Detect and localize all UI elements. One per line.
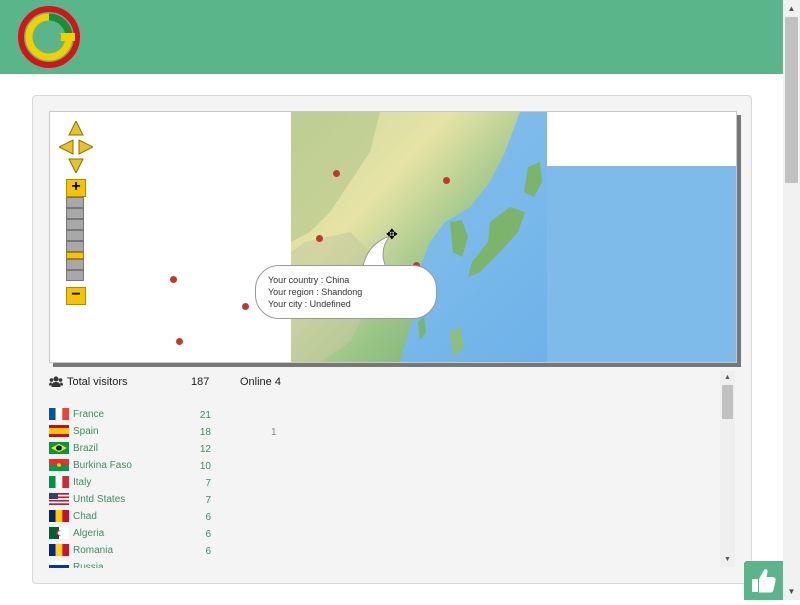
- visitor-marker[interactable]: [443, 177, 450, 184]
- visitor-count: 7: [205, 478, 211, 489]
- country-name[interactable]: Chad: [73, 511, 97, 522]
- flag-algeria-icon: [49, 527, 69, 539]
- scroll-down-icon[interactable]: ▼: [783, 583, 800, 600]
- scroll-up-icon[interactable]: ▲: [783, 0, 800, 17]
- country-name[interactable]: Untd States: [73, 494, 125, 505]
- scroll-down-icon[interactable]: ▼: [720, 553, 735, 567]
- country-row: Spain 18 1: [49, 424, 719, 441]
- visitor-count: 10: [199, 461, 211, 472]
- scroll-up-icon[interactable]: ▲: [720, 371, 735, 385]
- zoom-slider-handle[interactable]: [66, 252, 84, 259]
- country-name[interactable]: France: [73, 409, 104, 420]
- zoom-slider[interactable]: [66, 197, 84, 285]
- like-button[interactable]: [744, 561, 783, 600]
- country-row: Burkina Faso 10: [49, 458, 719, 475]
- zoom-out-button[interactable]: −: [66, 287, 86, 305]
- zoom-level-step[interactable]: [66, 230, 84, 241]
- visitor-marker[interactable]: [333, 170, 340, 177]
- stats-scrollbar[interactable]: ▲ ▼: [720, 371, 735, 567]
- zoom-level-step[interactable]: [66, 208, 84, 219]
- location-tooltip: Your country : China Your region : Shand…: [255, 265, 437, 319]
- visitor-stats: Total visitors 187 Online 4 France 21 Spai…: [49, 373, 719, 568]
- flag-chad-icon: [49, 510, 69, 522]
- flag-burkina-faso-icon: [49, 459, 69, 471]
- zoom-level-step[interactable]: [66, 259, 84, 270]
- brand-logo[interactable]: [18, 6, 80, 68]
- country-row: France 21: [49, 407, 719, 424]
- users-icon: [49, 376, 63, 387]
- zoom-level-step[interactable]: [66, 270, 84, 281]
- visitor-count: 18: [199, 427, 211, 438]
- visitor-count: 12: [199, 444, 211, 455]
- online-count-label: Online 4: [240, 376, 281, 388]
- scrollbar-thumb[interactable]: [722, 385, 733, 419]
- flag-spain-icon: [49, 425, 69, 437]
- zoom-level-step[interactable]: [66, 241, 84, 252]
- flag-united-states-icon: [49, 493, 69, 505]
- country-name[interactable]: Italy: [73, 477, 91, 488]
- zoom-in-button[interactable]: +: [66, 179, 86, 197]
- tooltip-city: Your city : Undefined: [268, 299, 351, 309]
- country-name[interactable]: Romania: [73, 545, 113, 556]
- visitor-map-widget: + − Your country : China Your region : S…: [32, 95, 752, 584]
- visitor-count: 6: [205, 546, 211, 557]
- visitor-marker[interactable]: [170, 276, 177, 283]
- visitor-count: 7: [205, 495, 211, 506]
- flag-romania-icon: [49, 544, 69, 556]
- country-row: Romania 6: [49, 543, 719, 560]
- zoom-level-step[interactable]: [66, 197, 84, 208]
- site-header: [0, 0, 783, 74]
- flag-france-icon: [49, 408, 69, 420]
- visitor-count: 21: [199, 410, 211, 421]
- tooltip-country: Your country : China: [268, 275, 350, 285]
- country-row: Untd States 7: [49, 492, 719, 509]
- visitor-marker[interactable]: [242, 303, 249, 310]
- country-name[interactable]: Algeria: [73, 528, 104, 539]
- total-visitors-value: 187: [191, 376, 210, 388]
- scrollbar-thumb[interactable]: [785, 17, 798, 183]
- pan-arrows-icon[interactable]: [59, 121, 93, 173]
- country-row: Italy 7: [49, 475, 719, 492]
- country-row: Chad 6: [49, 509, 719, 526]
- flag-brazil-icon: [49, 442, 69, 454]
- stats-header: Total visitors 187 Online 4: [49, 373, 719, 393]
- visitor-marker[interactable]: [316, 235, 323, 242]
- total-visitors-label: Total visitors: [67, 376, 128, 388]
- tooltip-region: Your region : Shandong: [268, 287, 363, 297]
- country-name[interactable]: Spain: [73, 426, 99, 437]
- visitor-count: 6: [205, 529, 211, 540]
- move-cursor-icon: ✥: [386, 226, 398, 242]
- country-name[interactable]: Burkina Faso: [73, 460, 132, 471]
- online-count: 1: [271, 427, 277, 438]
- page-scrollbar[interactable]: ▲ ▼: [783, 0, 800, 600]
- country-row: Algeria 6: [49, 526, 719, 543]
- country-name[interactable]: Russia: [73, 562, 104, 568]
- flag-russia-icon: [49, 561, 69, 568]
- visitor-count: 6: [205, 512, 211, 523]
- country-row: Russia: [49, 560, 719, 568]
- country-list: France 21 Spain 18 1 Brazil 12 Burkina Faso 10 It…: [49, 407, 719, 568]
- world-map[interactable]: + − Your country : China Your region : S…: [49, 111, 737, 363]
- country-row: Brazil 12: [49, 441, 719, 458]
- country-name[interactable]: Brazil: [73, 443, 98, 454]
- visitor-marker[interactable]: [176, 338, 183, 345]
- zoom-level-step[interactable]: [66, 219, 84, 230]
- thumbs-up-icon: [752, 568, 776, 593]
- flag-italy-icon: [49, 476, 69, 488]
